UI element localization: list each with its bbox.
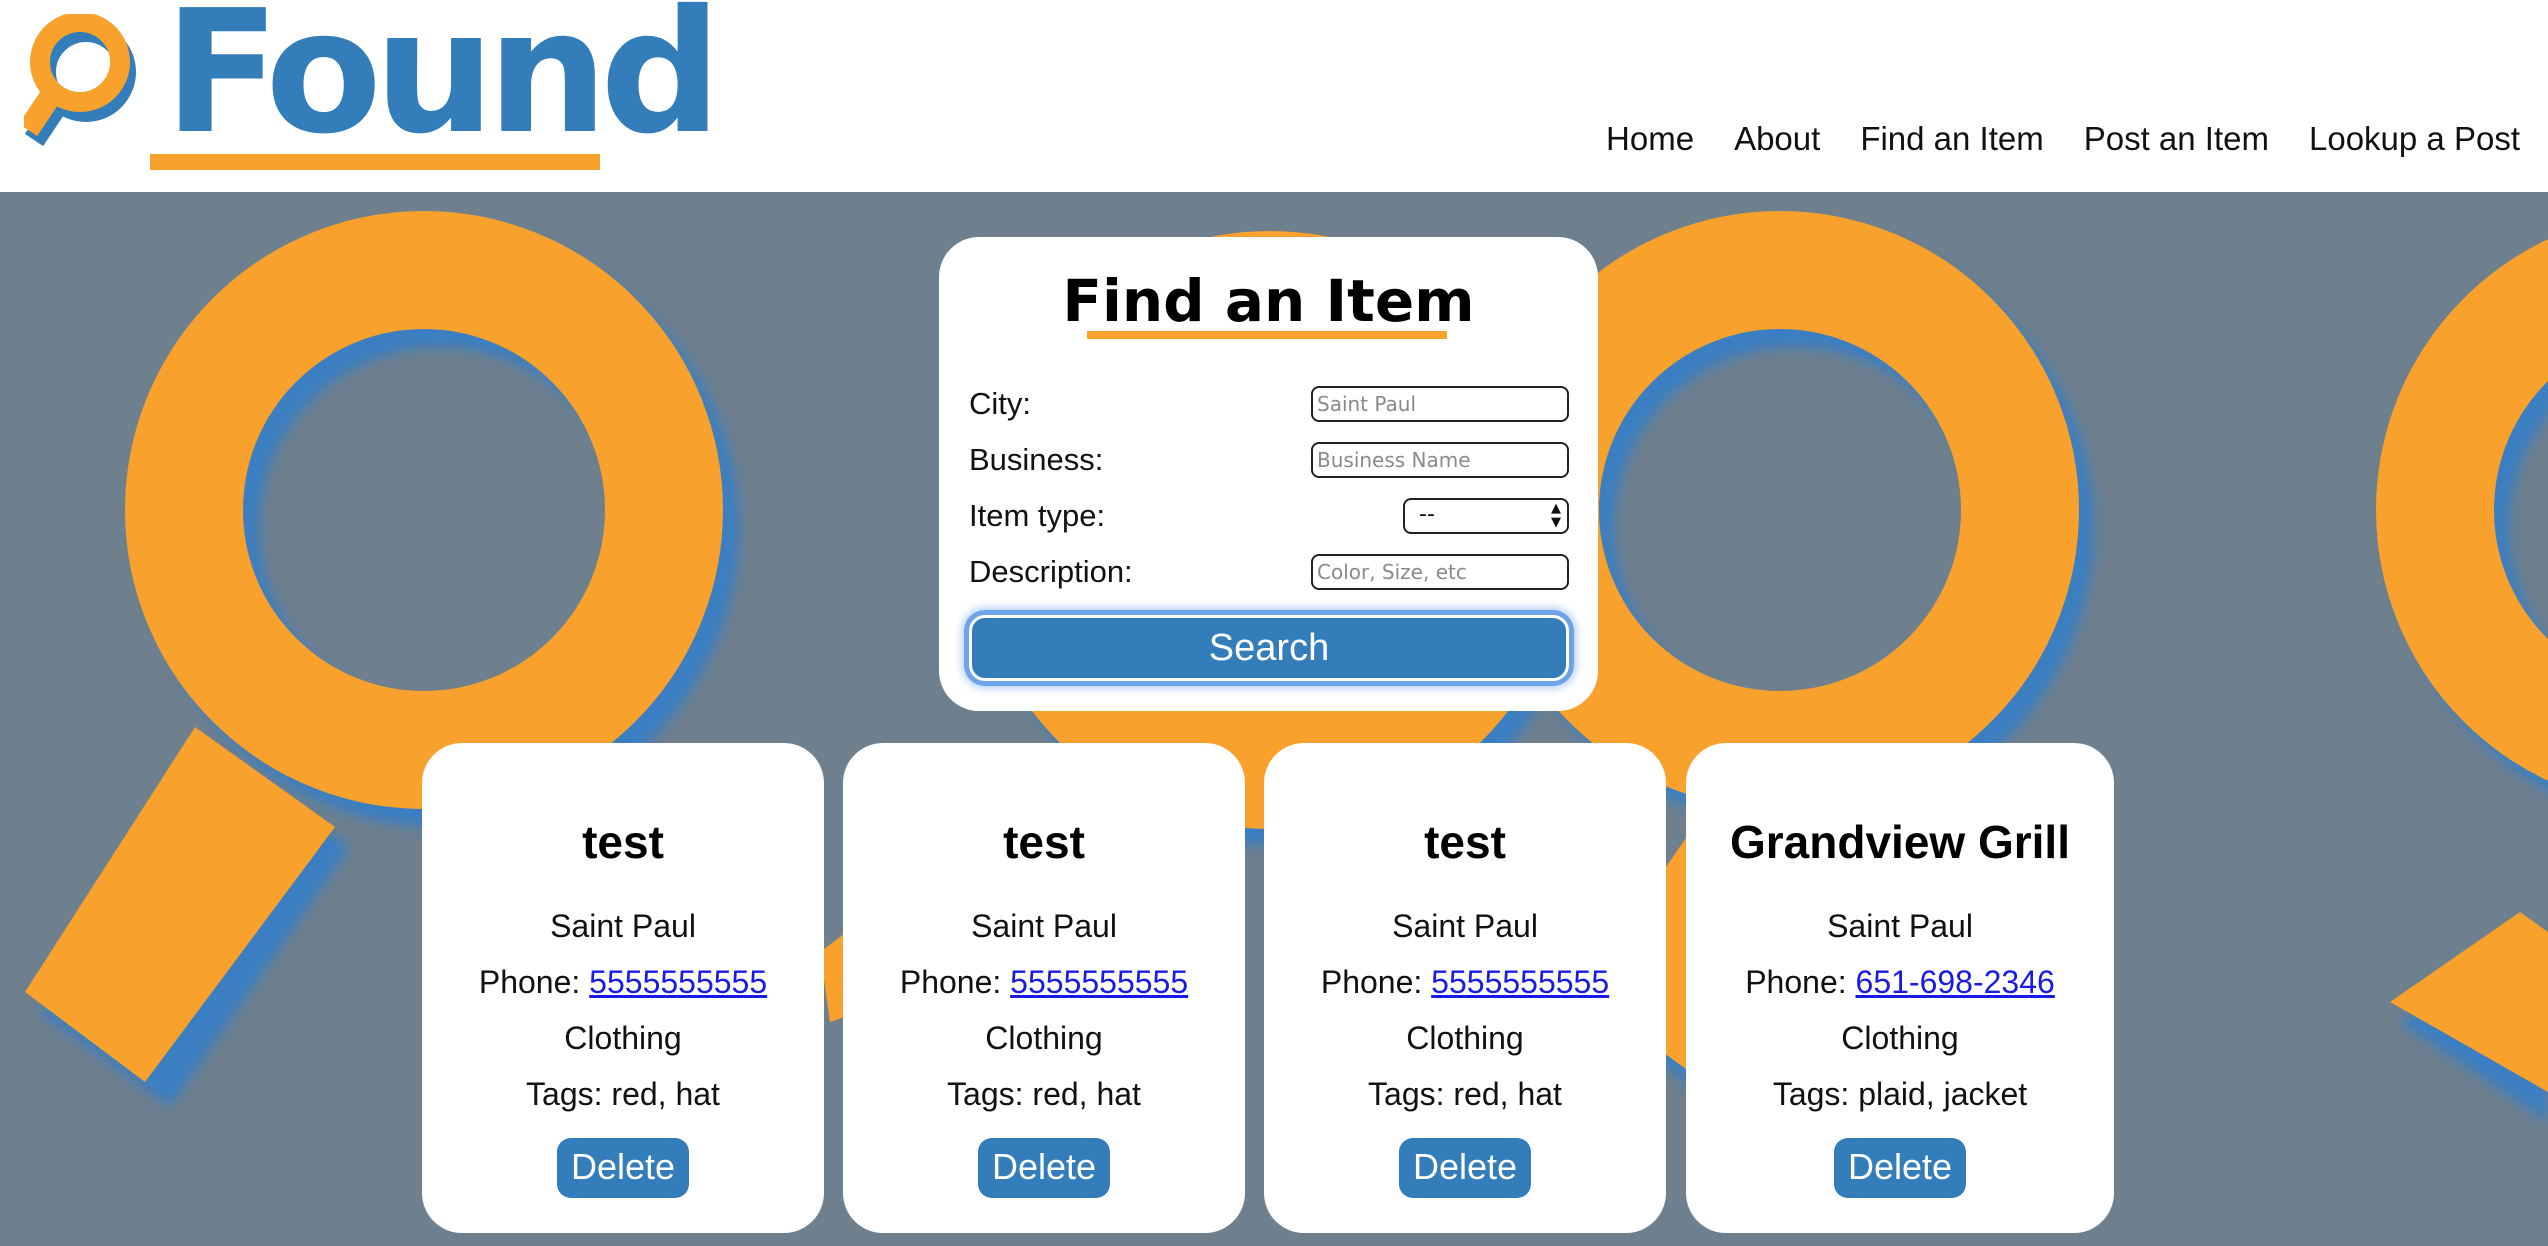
city-row: City: [969,384,1569,424]
item-type-selected: -- [1419,502,1435,527]
result-type: Clothing [1406,1020,1524,1056]
nav-about[interactable]: About [1714,120,1840,158]
result-name: test [1424,816,1506,868]
main-nav: Home About Find an Item Post an Item Loo… [1586,120,2540,158]
delete-button[interactable]: Delete [1833,1138,1967,1198]
phone-prefix: Phone: [1745,964,1856,1000]
logo-text: Found [164,0,722,172]
nav-find-item[interactable]: Find an Item [1840,120,2063,158]
result-city: Saint Paul [550,908,696,944]
phone-link[interactable]: 5555555555 [589,964,767,1000]
title-underline [1087,331,1447,339]
result-phone-line: Phone: 5555555555 [843,964,1245,1001]
description-row: Description: [969,552,1569,592]
result-name: Grandview Grill [1730,816,2070,868]
city-input[interactable] [1311,386,1569,422]
delete-button[interactable]: Delete [556,1138,690,1198]
nav-lookup-post[interactable]: Lookup a Post [2289,120,2540,158]
result-card: Grandview Grill Saint Paul Phone: 651-69… [1686,743,2114,1233]
delete-button[interactable]: Delete [977,1138,1111,1198]
item-type-label: Item type: [969,498,1106,533]
result-tags: Tags: red, hat [1368,1076,1562,1112]
result-name: test [1003,816,1085,868]
select-arrows-icon: ▲ ▼ [1551,501,1561,530]
result-phone-line: Phone: 651-698-2346 [1686,964,2114,1001]
search-button[interactable]: Search [969,615,1569,681]
business-row: Business: [969,440,1569,480]
result-type: Clothing [564,1020,682,1056]
result-city: Saint Paul [971,908,1117,944]
result-city: Saint Paul [1392,908,1538,944]
phone-prefix: Phone: [478,964,590,1000]
search-form-card: Find an Item City: Business: Item type: … [939,237,1598,711]
business-label: Business: [969,442,1104,477]
business-input[interactable] [1311,442,1569,478]
delete-button[interactable]: Delete [1398,1138,1532,1198]
result-card: test Saint Paul Phone: 5555555555 Clothi… [1264,743,1666,1233]
search-title: Find an Item [1062,267,1475,335]
city-label: City: [969,386,1031,421]
nav-home[interactable]: Home [1586,120,1714,158]
phone-link[interactable]: 5555555555 [1431,964,1609,1000]
result-card: test Saint Paul Phone: 5555555555 Clothi… [422,743,824,1233]
result-tags: Tags: red, hat [526,1076,720,1112]
item-type-row: Item type: -- ▲ ▼ [969,496,1569,536]
item-type-select[interactable]: -- ▲ ▼ [1403,498,1569,534]
phone-prefix: Phone: [1320,964,1432,1000]
site-header: Found Home About Find an Item Post an It… [0,0,2548,192]
result-city: Saint Paul [1827,908,1973,944]
result-phone-line: Phone: 5555555555 [422,964,824,1001]
phone-prefix: Phone: [899,964,1011,1000]
phone-link[interactable]: 651-698-2346 [1856,964,2055,1000]
logo[interactable]: Found [24,0,722,174]
result-tags: Tags: plaid, jacket [1772,1076,2028,1112]
nav-post-item[interactable]: Post an Item [2064,120,2289,158]
description-label: Description: [969,554,1133,589]
description-input[interactable] [1311,554,1569,590]
logo-underline [150,154,600,170]
result-type: Clothing [985,1020,1103,1056]
result-type: Clothing [1841,1020,1959,1056]
result-tags: Tags: red, hat [947,1076,1141,1112]
result-card: test Saint Paul Phone: 5555555555 Clothi… [843,743,1245,1233]
phone-link[interactable]: 5555555555 [1010,964,1188,1000]
result-name: test [582,816,664,868]
magnifier-icon [24,14,136,147]
result-phone-line: Phone: 5555555555 [1264,964,1666,1001]
